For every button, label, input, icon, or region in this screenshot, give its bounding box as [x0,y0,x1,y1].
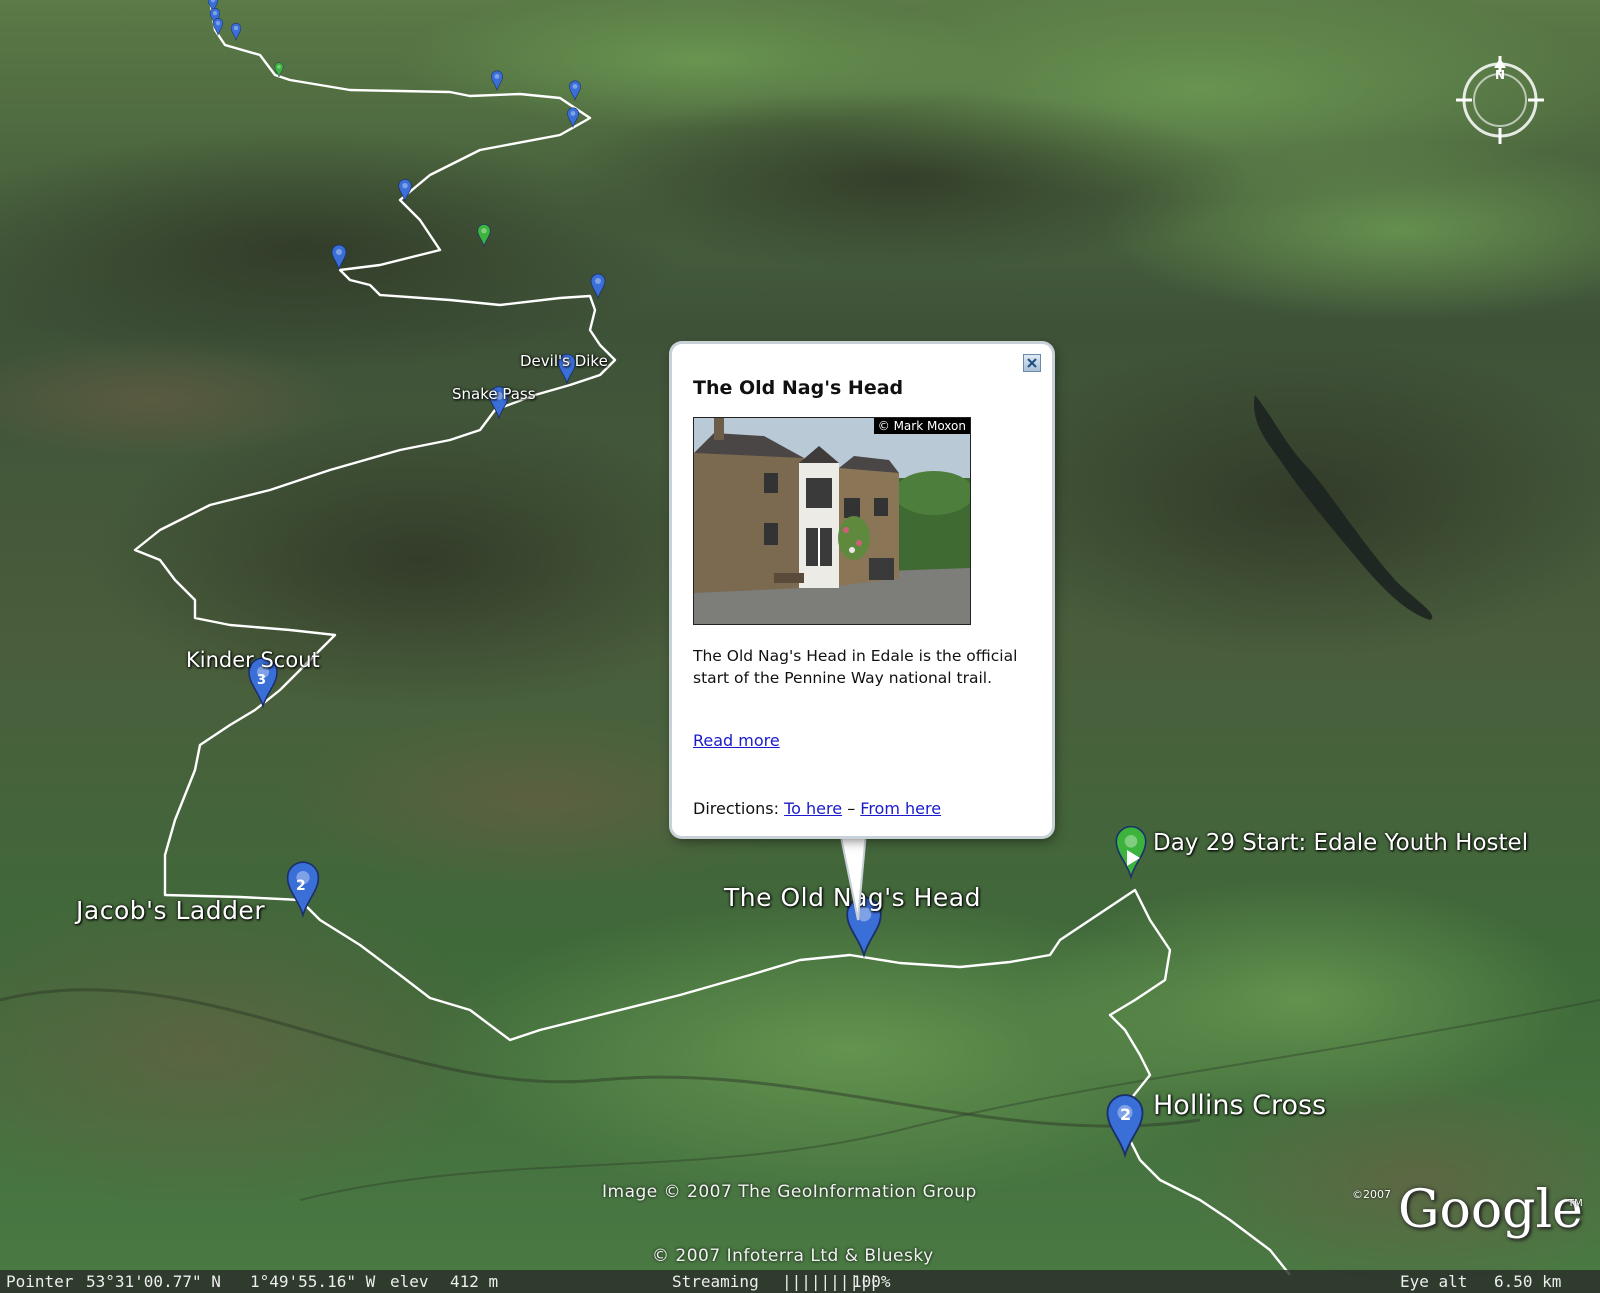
eye-alt-value: 6.50 km [1494,1272,1562,1291]
pin-number-jacobs-ladder: 2 [296,878,306,894]
image-credit: Image © 2007 The GeoInformation Group [602,1182,977,1202]
pin-number-kinder-scout: 3 [257,673,267,688]
status-bar: Pointer 53°31'00.77" N 1°49'55.16" W ele… [0,1270,1600,1293]
elevation-value: 412 m [450,1272,499,1291]
close-icon[interactable] [1023,354,1041,372]
label-kinder-scout[interactable]: Kinder Scout [186,648,320,672]
streaming-label: Streaming [672,1272,759,1291]
google-logo: Google [1398,1180,1583,1240]
balloon-tail [838,832,868,921]
pointer-label: Pointer [6,1272,74,1291]
label-hollins-cross[interactable]: Hollins Cross [1153,1090,1326,1121]
balloon-directions: Directions: To here – From here [693,799,941,818]
balloon-title: The Old Nag's Head [693,377,904,399]
balloon-description: The Old Nag's Head in Edale is the offic… [693,647,1018,687]
google-tm: TM [1568,1198,1583,1209]
label-day29-start[interactable]: Day 29 Start: Edale Youth Hostel [1153,830,1528,856]
label-devils-dike[interactable]: Devil's Dike [520,352,608,370]
eye-alt-label: Eye alt [1400,1272,1468,1291]
read-more-link[interactable]: Read more [693,731,780,750]
compass-north-letter: N [1495,68,1505,82]
pointer-longitude: 1°49'55.16" W [250,1272,376,1291]
infoterra-credit: © 2007 Infoterra Ltd & Bluesky [652,1246,934,1266]
streaming-percent: 100% [852,1272,891,1291]
balloon-photo: © Mark Moxon [693,417,971,625]
directions-from-here-link[interactable]: From here [860,799,941,818]
elev-label: elev [390,1272,429,1291]
pin-number-hollins-cross: 2 [1120,1105,1132,1124]
directions-separator: – [847,799,856,818]
directions-label: Directions: [693,799,780,818]
info-balloon: The Old Nag's Head © Mark Moxon The Old … [672,344,1052,836]
label-snake-pass[interactable]: Snake Pass [452,385,536,403]
photo-credit: © Mark Moxon [873,418,970,434]
google-copyright: ©2007 [1352,1188,1391,1201]
label-jacobs-ladder[interactable]: Jacob's Ladder [76,896,265,925]
compass-icon[interactable]: N [1452,52,1548,148]
directions-to-here-link[interactable]: To here [784,799,842,818]
pointer-latitude: 53°31'00.77" N [86,1272,221,1291]
